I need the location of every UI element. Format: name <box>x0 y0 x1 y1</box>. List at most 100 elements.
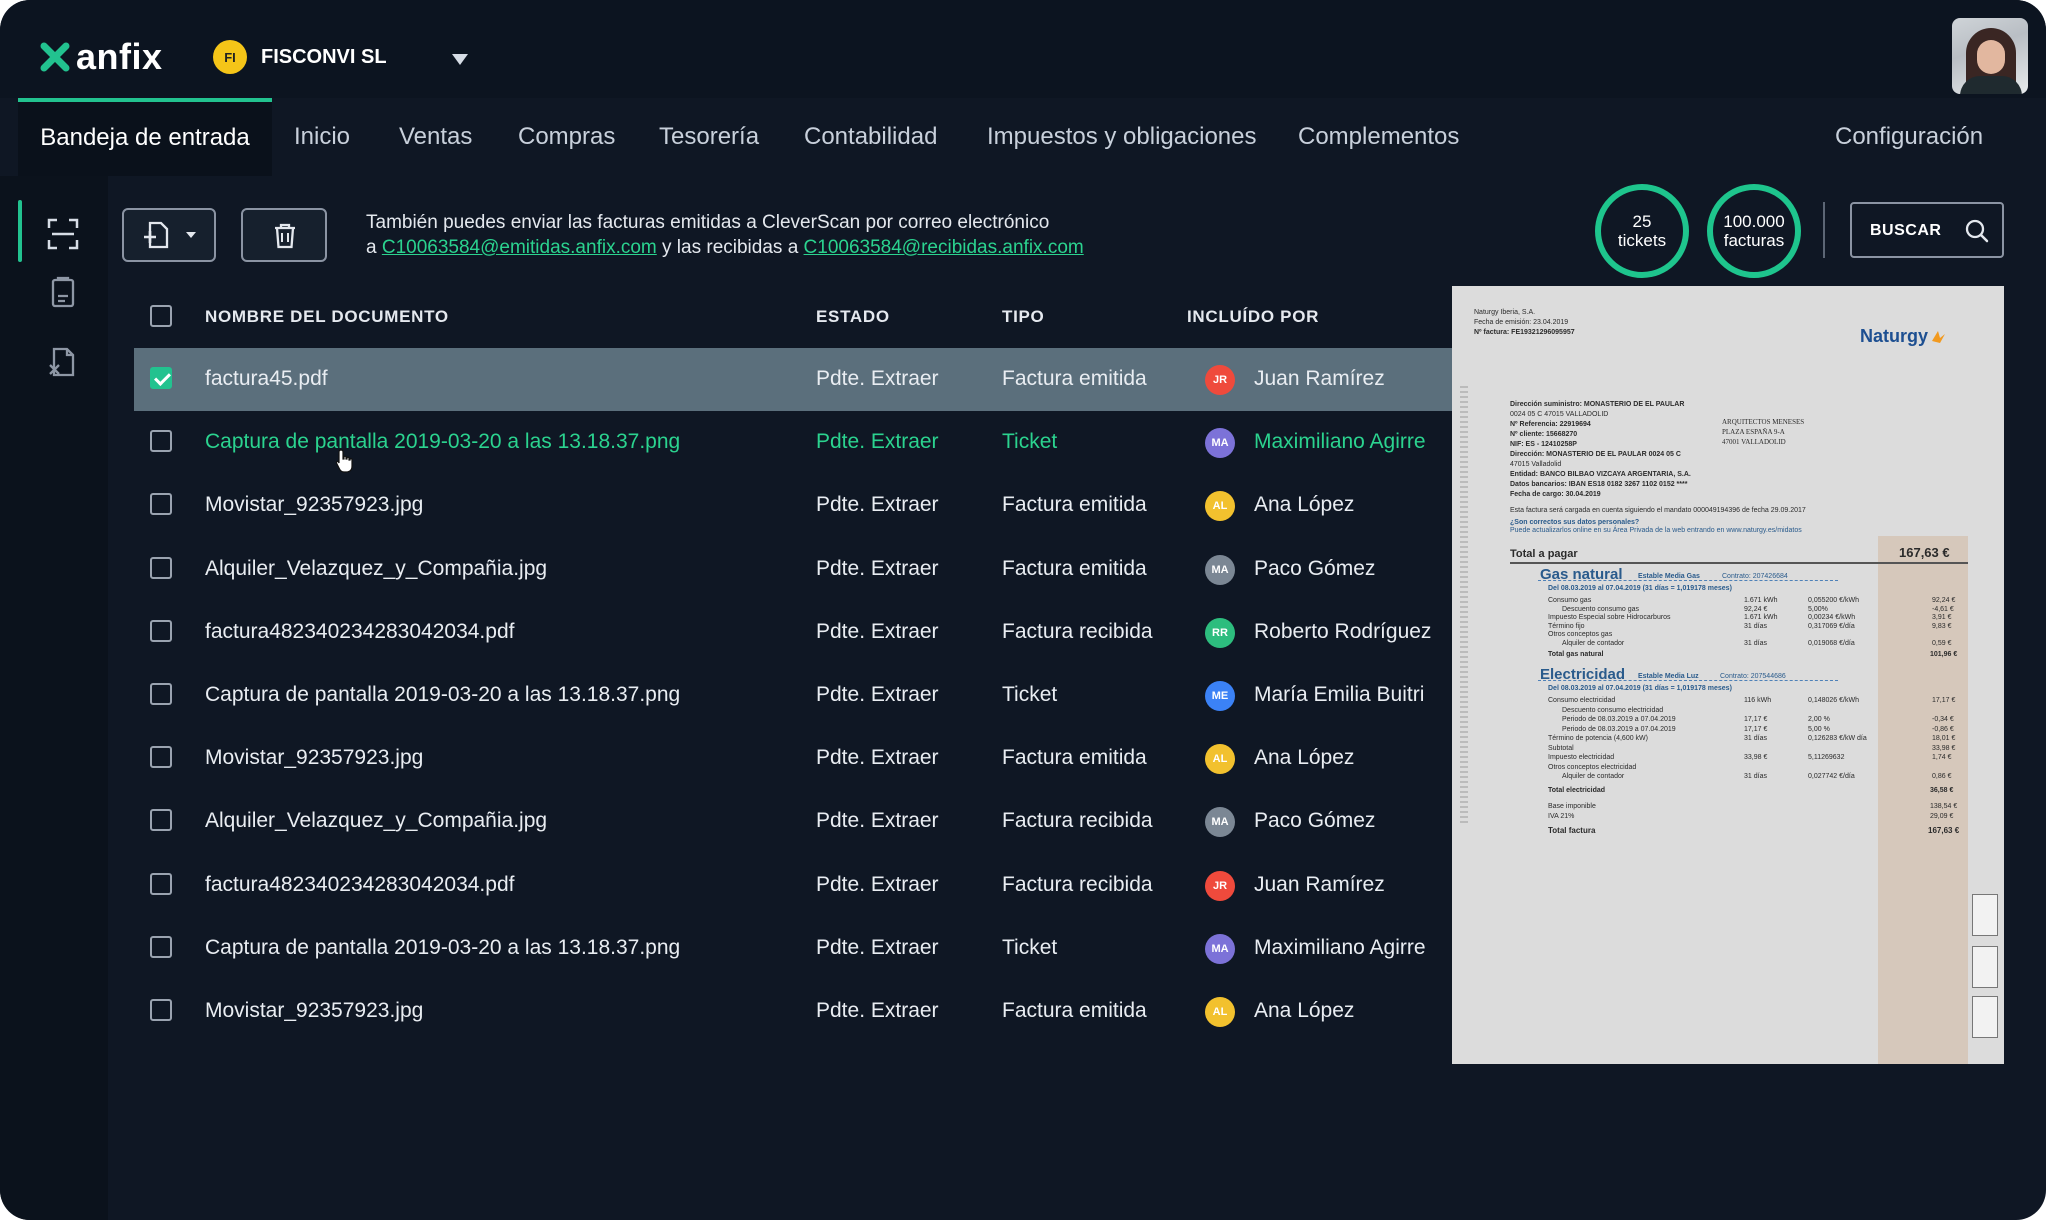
row-checkbox[interactable] <box>150 683 172 705</box>
document-name[interactable]: factura45.pdf <box>205 367 328 391</box>
pv-line-amount: 0,59 € <box>1932 639 1952 647</box>
tab-bandeja-de-entrada[interactable]: Bandeja de entrada <box>18 98 272 176</box>
document-icon[interactable] <box>46 276 80 310</box>
row-checkbox[interactable] <box>150 935 172 958</box>
tab-complementos[interactable]: Complementos <box>1298 98 1459 176</box>
pv-line-label: Término de potencia (4,600 kW) <box>1548 735 1648 742</box>
document-name[interactable]: Alquiler_Velazquez_y_Compañia.jpg <box>205 557 547 581</box>
pv-line-qty: 33,98 € <box>1744 754 1768 761</box>
row-checkbox[interactable] <box>150 809 172 832</box>
pv-issue-date: Fecha de emisión: 23.04.2019 <box>1474 319 1569 326</box>
person-avatar: RR <box>1205 617 1235 648</box>
table-row[interactable]: Movistar_92357923.jpg Pdte. Extraer Factur… <box>134 474 1452 537</box>
table-row[interactable]: Captura de pantalla 2019-03-20 a las 13.… <box>134 411 1452 474</box>
amount-column-shade <box>1878 536 1968 1064</box>
tab-configuracion[interactable]: Configuración <box>1835 98 1983 176</box>
document-name[interactable]: factura482340234283042034.pdf <box>205 873 514 897</box>
table-row[interactable]: Movistar_92357923.jpg Pdte. Extraer Factur… <box>134 980 1452 1043</box>
select-all-checkbox[interactable] <box>150 305 172 327</box>
naturgy-logo: Naturgy <box>1860 326 1946 347</box>
pv-line-label: Descuento consumo electricidad <box>1562 706 1664 714</box>
pv-line-qty: 31 días <box>1744 735 1767 742</box>
person-name: Ana López <box>1254 493 1355 517</box>
document-type: Factura emitida <box>1002 367 1147 390</box>
document-name[interactable]: Captura de pantalla 2019-03-20 a las 13.… <box>205 430 680 454</box>
tab-tesoreria[interactable]: Tesorería <box>659 98 759 176</box>
header-estado[interactable]: ESTADO <box>816 307 890 327</box>
pv-elec-total: 36,58 € <box>1930 787 1954 794</box>
row-checkbox[interactable] <box>150 556 172 579</box>
table-row[interactable]: Movistar_92357923.jpg Pdte. Extraer Factur… <box>134 727 1452 790</box>
table-row[interactable]: Captura de pantalla 2019-03-20 a las 13.… <box>134 917 1452 980</box>
person-name: Maximiliano Agirre <box>1254 935 1426 959</box>
pv-dots-gas <box>1538 580 1838 581</box>
company-badge: FI <box>213 40 247 74</box>
table-row[interactable]: Alquiler_Velazquez_y_Compañia.jpg Pdte. E… <box>134 790 1452 853</box>
row-checkbox[interactable] <box>150 619 172 642</box>
table-row[interactable]: factura45.pdf Pdte. Extraer Factura emitid… <box>134 348 1452 411</box>
document-status: Pdte. Extraer <box>816 809 939 833</box>
pv-personal2: Puede actualizarlos online en su Área Pr… <box>1510 527 1802 534</box>
person-name: Juan Ramírez <box>1254 367 1385 390</box>
facturas-label: facturas <box>1723 231 1785 250</box>
row-checkbox[interactable] <box>150 493 172 516</box>
header-tipo[interactable]: TIPO <box>1002 307 1044 327</box>
anfix-logo[interactable]: anfix <box>40 36 163 78</box>
company-selector[interactable]: FI FISCONVI SL <box>213 40 387 74</box>
document-name[interactable]: Movistar_92357923.jpg <box>205 493 423 517</box>
email-emitidas-link[interactable]: C10063584@emitidas.anfix.com <box>382 237 657 258</box>
pv-line-qty: 17,17 € <box>1744 716 1768 723</box>
document-name[interactable]: Captura de pantalla 2019-03-20 a las 13.… <box>205 936 680 960</box>
document-type: Factura emitida <box>1002 746 1147 770</box>
tab-contabilidad[interactable]: Contabilidad <box>804 98 937 176</box>
table-row[interactable]: factura482340234283042034.pdf Pdte. Extra… <box>134 601 1452 664</box>
pv-line-rate: 0,027742 €/día <box>1808 773 1855 780</box>
hand-cursor-icon <box>335 449 353 473</box>
tab-compras[interactable]: Compras <box>518 98 615 176</box>
delete-button[interactable] <box>241 208 327 262</box>
row-checkbox[interactable] <box>150 999 172 1021</box>
row-checkbox[interactable] <box>150 367 172 389</box>
document-name[interactable]: Movistar_92357923.jpg <box>205 999 423 1023</box>
info-line-2: a C10063584@emitidas.anfix.com y las rec… <box>366 237 1084 258</box>
tab-impuestos[interactable]: Impuestos y obligaciones <box>987 98 1256 176</box>
row-checkbox[interactable] <box>150 746 172 769</box>
document-remove-icon[interactable] <box>46 345 80 379</box>
person-avatar: JR <box>1205 365 1235 395</box>
scan-icon[interactable] <box>46 217 80 251</box>
row-checkbox[interactable] <box>150 872 172 895</box>
header-incluido-por[interactable]: INCLUÍDO POR <box>1187 307 1319 327</box>
pv-elec-period: Del 08.03.2019 al 07.04.2019 (31 días = … <box>1548 685 1732 692</box>
toolbar-divider <box>1823 202 1825 258</box>
search-button[interactable]: BUSCAR <box>1850 202 2004 258</box>
email-recibidas-link[interactable]: C10063584@recibidas.anfix.com <box>804 237 1084 258</box>
add-document-button[interactable] <box>122 208 216 262</box>
logo-text: anfix <box>76 36 163 77</box>
tab-inicio[interactable]: Inicio <box>294 98 350 176</box>
environment-certificate-logo <box>1972 996 1998 1038</box>
document-name[interactable]: factura482340234283042034.pdf <box>205 620 514 644</box>
facturas-value: 100.000 <box>1723 212 1785 231</box>
document-type: Factura emitida <box>1002 999 1147 1022</box>
table-row[interactable]: Alquiler_Velazquez_y_Compañia.jpg Pdte. E… <box>134 538 1452 601</box>
pv-mandate: Esta factura será cargada en cuenta sigu… <box>1510 507 1806 514</box>
document-preview[interactable]: Naturgy Iberia, S.A. Fecha de emisión: 2… <box>1452 286 2004 1064</box>
pv-line-amount: 18,01 € <box>1932 735 1956 742</box>
pv-line-amount: 17,17 € <box>1932 697 1956 704</box>
tab-ventas[interactable]: Ventas <box>399 98 472 176</box>
pv-line-label: Consumo electricidad <box>1548 697 1616 704</box>
table-row[interactable]: factura482340234283042034.pdf Pdte. Extra… <box>134 854 1452 917</box>
document-name[interactable]: Movistar_92357923.jpg <box>205 746 423 770</box>
header-nombre[interactable]: NOMBRE DEL DOCUMENTO <box>205 307 449 327</box>
pv-line-rate: 5,00 % <box>1808 725 1830 733</box>
table-row[interactable]: Captura de pantalla 2019-03-20 a las 13.… <box>134 664 1452 727</box>
document-name[interactable]: Alquiler_Velazquez_y_Compañia.jpg <box>205 809 547 833</box>
chevron-down-icon[interactable] <box>452 54 468 65</box>
company-name: FISCONVI SL <box>261 45 387 68</box>
pv-gas-total: 101,96 € <box>1930 651 1958 658</box>
tickets-label: tickets <box>1617 231 1667 250</box>
document-name[interactable]: Captura de pantalla 2019-03-20 a las 13.… <box>205 683 680 707</box>
row-checkbox[interactable] <box>150 430 172 453</box>
user-avatar[interactable] <box>1952 18 2028 94</box>
document-type: Factura recibida <box>1002 619 1153 643</box>
